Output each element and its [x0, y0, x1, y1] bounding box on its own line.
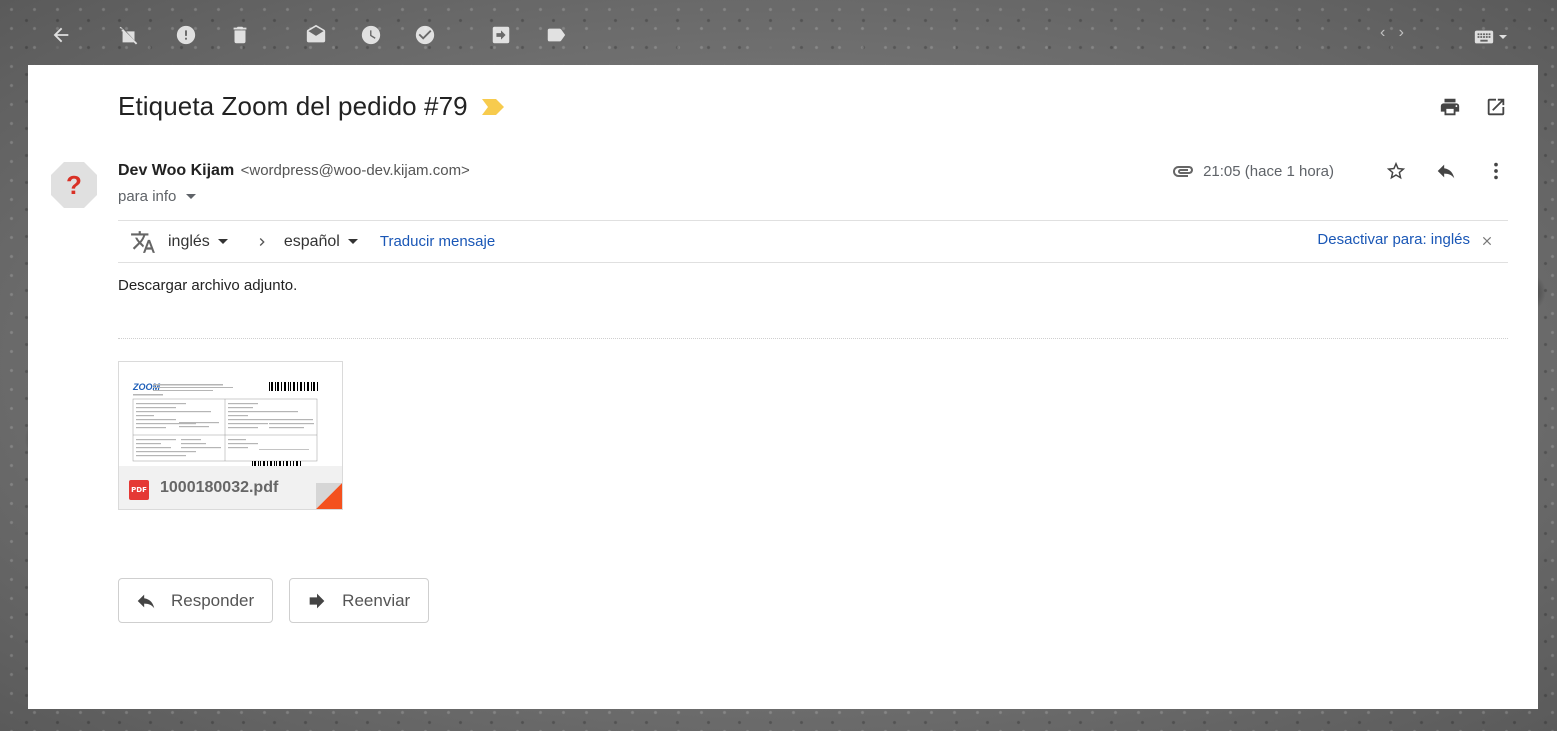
add-task-icon[interactable]	[410, 20, 440, 50]
toolbar: ‹ ›	[0, 0, 1557, 64]
message-time: 21:05 (hace 1 hora)	[1203, 162, 1334, 180]
forward-label: Reenviar	[342, 590, 411, 610]
recipient-label: para info	[118, 188, 177, 205]
importance-marker-icon[interactable]	[481, 98, 504, 115]
translate-icon	[130, 229, 156, 255]
move-to-icon[interactable]	[486, 20, 516, 50]
mark-not-spam-icon[interactable]	[114, 20, 144, 50]
pdf-icon: PDF	[129, 480, 149, 500]
trash-icon[interactable]	[225, 20, 255, 50]
keyboard-icon[interactable]	[1468, 22, 1512, 52]
translate-message-link[interactable]: Traducir mensaje	[380, 233, 495, 250]
target-language-label: español	[283, 232, 340, 250]
reply-icon	[137, 594, 155, 608]
attachment-filename: 1000180032.pdf	[160, 479, 279, 496]
print-icon[interactable]	[1438, 95, 1462, 119]
attachments-divider	[118, 338, 1508, 339]
reply-label: Responder	[171, 590, 255, 610]
attachment-card[interactable]: ZOOM PDF 1000180032.pdf	[118, 361, 343, 510]
source-language-label: inglés	[168, 232, 210, 250]
chevron-down-icon	[217, 239, 228, 244]
label-icon[interactable]	[541, 20, 571, 50]
chevron-down-icon[interactable]	[186, 194, 197, 199]
svg-text:?: ?	[66, 170, 82, 200]
prev-next-nav[interactable]: ‹ ›	[1380, 24, 1404, 42]
open-in-new-window-icon[interactable]	[1484, 95, 1508, 119]
mark-unread-icon[interactable]	[301, 20, 331, 50]
snooze-icon[interactable]	[356, 20, 386, 50]
sender-line: Dev Woo Kijam <wordpress@woo-dev.kijam.c…	[118, 162, 470, 180]
back-arrow-icon[interactable]	[46, 20, 76, 50]
message-meta: 21:05 (hace 1 hora)	[1171, 159, 1508, 183]
subject-row: Etiqueta Zoom del pedido #79	[118, 91, 504, 122]
sender-avatar[interactable]: ?	[50, 161, 98, 209]
source-language-select[interactable]: inglés	[168, 233, 228, 251]
sender-email: <wordpress@woo-dev.kijam.com>	[240, 162, 470, 179]
attachment-preview: ZOOM	[119, 362, 342, 466]
sender-name[interactable]: Dev Woo Kijam	[118, 162, 234, 179]
report-icon[interactable]	[171, 20, 201, 50]
message-subject: Etiqueta Zoom del pedido #79	[118, 91, 468, 121]
target-language-select[interactable]: español	[284, 233, 358, 251]
forward-button[interactable]: Reenviar	[289, 578, 430, 623]
more-options-icon[interactable]	[1484, 159, 1508, 183]
reply-button[interactable]: Responder	[118, 578, 274, 623]
attachment-clip-icon	[1171, 159, 1195, 183]
message-card: Etiqueta Zoom del pedido #79 ? Dev Woo K…	[28, 65, 1538, 709]
translate-bar: inglés español Traducir mensaje Desactiv…	[118, 220, 1508, 263]
star-icon[interactable]	[1384, 159, 1408, 183]
reply-icon[interactable]	[1434, 159, 1458, 183]
top-actions	[1438, 95, 1508, 119]
chevron-right-icon	[254, 234, 270, 250]
shipping-label-thumbnail: ZOOM	[132, 382, 318, 466]
close-icon[interactable]	[1480, 234, 1494, 248]
reply-actions: Responder Reenviar	[118, 578, 430, 623]
disable-translation-link[interactable]: Desactivar para: inglés	[1317, 231, 1470, 248]
message-body: Descargar archivo adjunto.	[118, 277, 298, 294]
unknown-sender-icon: ?	[51, 162, 97, 208]
attachment-footer: PDF 1000180032.pdf	[119, 466, 342, 509]
recipient-details[interactable]: para info	[118, 188, 197, 205]
forward-icon	[309, 593, 325, 608]
page-fold-icon	[316, 483, 342, 509]
chevron-down-icon	[347, 239, 358, 244]
